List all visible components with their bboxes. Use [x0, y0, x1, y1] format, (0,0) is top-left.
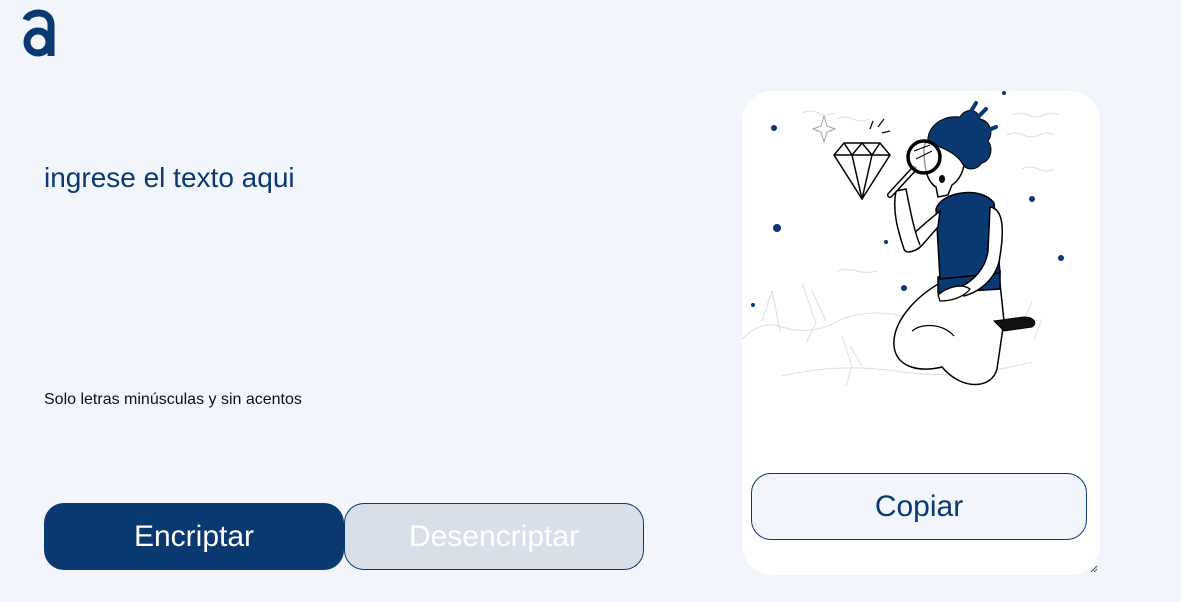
encrypt-button[interactable]: Encriptar [44, 503, 344, 570]
resize-handle-icon[interactable] [1088, 563, 1098, 573]
text-input[interactable] [44, 160, 664, 340]
person-with-magnifying-glass-illustration [742, 91, 1064, 387]
output-panel: Copiar [742, 91, 1100, 575]
copy-button[interactable]: Copiar [751, 473, 1087, 540]
decrypt-button[interactable]: Desencriptar [344, 503, 644, 570]
logo-icon [20, 6, 56, 60]
input-hint: Solo letras minúsculas y sin acentos [44, 391, 302, 408]
